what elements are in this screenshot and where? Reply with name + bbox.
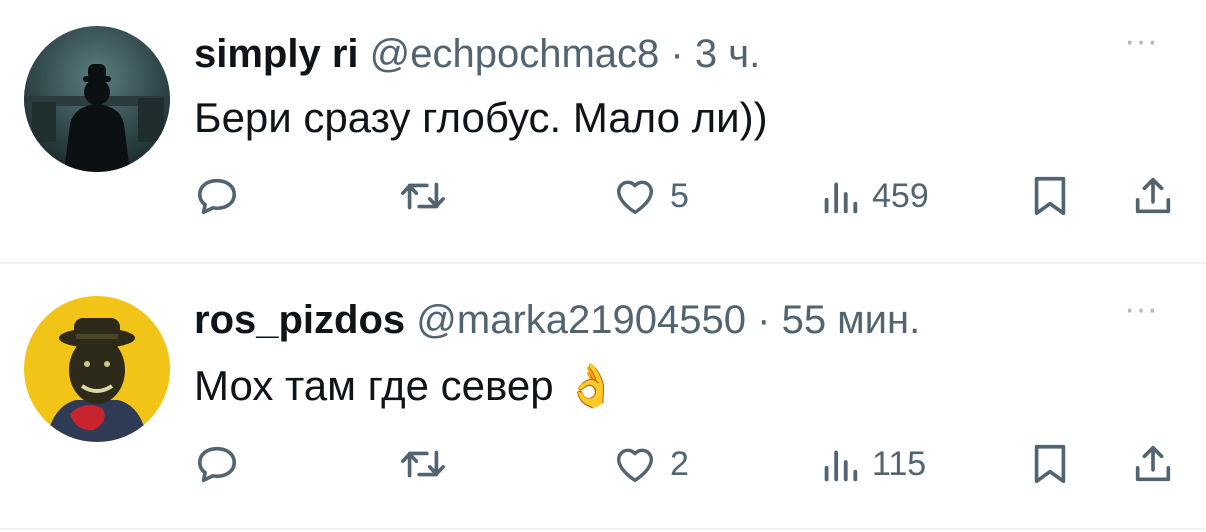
tweet-text: Бери сразу глобус. Мало ли)) (194, 92, 768, 144)
share-icon (1130, 441, 1176, 487)
tweet-actions: 5 459 (194, 172, 1184, 220)
reply-icon (194, 441, 240, 487)
view-count: 115 (872, 444, 927, 483)
like-count: 2 (670, 444, 689, 483)
heart-icon (612, 173, 658, 219)
views-button[interactable]: 115 (820, 440, 926, 488)
avatar[interactable] (24, 26, 170, 172)
views-button[interactable]: 459 (820, 172, 929, 220)
separator-dot: · (670, 32, 684, 76)
share-button[interactable] (1130, 172, 1176, 220)
like-button[interactable]: 2 (612, 440, 689, 488)
tweet-text: Мох там где север 👌 (194, 360, 618, 412)
retweet-icon (398, 441, 448, 487)
tweet-header: simply ri @echpochmac8 · 3 ч. (194, 30, 760, 78)
like-button[interactable]: 5 (612, 172, 689, 220)
timestamp[interactable]: 3 ч. (695, 32, 760, 76)
bookmark-button[interactable] (1030, 440, 1070, 488)
views-icon (820, 441, 860, 487)
reply-icon (194, 173, 240, 219)
tweet[interactable]: ros_pizdos @marka21904550 · 55 мин. ··· … (0, 264, 1206, 530)
reply-button[interactable] (194, 172, 240, 220)
tweet-text-content: Бери сразу глобус. Мало ли)) (194, 94, 768, 141)
retweet-button[interactable] (398, 172, 448, 220)
heart-icon (612, 441, 658, 487)
tweet-divider (0, 528, 1206, 530)
pinched-fingers-emoji: 👌 (565, 362, 618, 409)
timestamp[interactable]: 55 мин. (782, 298, 921, 342)
share-icon (1130, 173, 1176, 219)
like-count: 5 (670, 176, 689, 215)
tweet-actions: 2 115 (194, 440, 1184, 488)
author-name[interactable]: ros_pizdos (194, 298, 405, 342)
retweet-button[interactable] (398, 440, 448, 488)
reply-button[interactable] (194, 440, 240, 488)
separator-dot: · (757, 298, 771, 342)
more-options-button[interactable]: ··· (1124, 22, 1158, 61)
views-icon (820, 173, 860, 219)
bookmark-icon (1030, 173, 1070, 219)
author-name[interactable]: simply ri (194, 32, 359, 76)
retweet-icon (398, 173, 448, 219)
more-options-button[interactable]: ··· (1124, 290, 1158, 329)
share-button[interactable] (1130, 440, 1176, 488)
avatar[interactable] (24, 296, 170, 442)
bookmark-button[interactable] (1030, 172, 1070, 220)
author-handle[interactable]: @marka21904550 (416, 298, 746, 342)
view-count: 459 (872, 176, 929, 215)
tweet-header: ros_pizdos @marka21904550 · 55 мин. (194, 296, 920, 344)
tweet-text-content: Мох там где север (194, 362, 554, 409)
bookmark-icon (1030, 441, 1070, 487)
tweet[interactable]: simply ri @echpochmac8 · 3 ч. ··· Бери с… (0, 0, 1206, 262)
author-handle[interactable]: @echpochmac8 (370, 32, 660, 76)
